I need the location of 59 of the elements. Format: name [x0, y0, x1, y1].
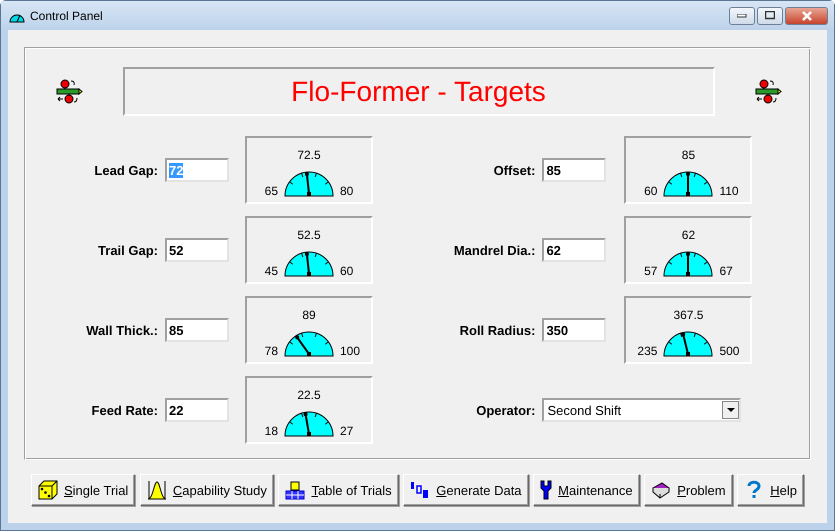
gauge-max-value: 100 [339, 344, 362, 358]
parameter-label: Offset: [492, 162, 536, 178]
gauge-mid-value: 89 [301, 308, 317, 322]
gauge-min-value: 18 [264, 424, 279, 438]
doe-icon [410, 480, 430, 500]
parameter-label: Wall Thick.: [85, 322, 158, 338]
maximize-icon [765, 11, 775, 20]
roller-icon [55, 78, 83, 106]
bell-curve-icon [146, 480, 167, 500]
gauge-max-value: 60 [339, 264, 354, 278]
parameter-label: Feed Rate: [90, 402, 158, 418]
gauge-mid-value: 367.5 [672, 308, 704, 322]
toolbar-button[interactable]: Maintenance [533, 474, 640, 506]
wrench-icon [540, 480, 552, 500]
gauge-min-value: 60 [643, 184, 658, 198]
gauge-mid-value: 85 [680, 148, 696, 162]
dice-icon [38, 480, 58, 500]
input-field[interactable]: 85 [165, 318, 229, 342]
parameter-label: Trail Gap: [97, 242, 158, 258]
toolbar-button[interactable]: Problem [644, 474, 733, 506]
gauge-mid-value: 72.5 [296, 148, 322, 162]
book-icon [651, 480, 672, 500]
toolbar-button[interactable]: Single Trial [31, 474, 136, 506]
operator-label: Operator: [475, 402, 536, 418]
window-title: Control Panel [30, 8, 104, 22]
toolbar-button[interactable]: Table of Trials [278, 474, 399, 506]
maximize-button[interactable] [757, 6, 783, 24]
gauge-min-value: 45 [264, 264, 279, 278]
input-field[interactable]: 52 [165, 238, 229, 262]
close-button[interactable] [785, 6, 828, 24]
gauge-min-value: 65 [264, 184, 279, 198]
parameter-label: Mandrel Dia.: [452, 242, 536, 258]
gauge-max-value: 110 [718, 184, 740, 198]
roller-icon [754, 78, 782, 106]
gauge-min-value: 78 [264, 344, 279, 358]
gauge-min-value: 235 [636, 344, 658, 358]
input-field[interactable]: 350 [542, 318, 606, 342]
gauge-mid-value: 62 [680, 228, 696, 242]
header-title: Flo-Former - Targets [291, 76, 546, 108]
gauge-max-value: 67 [718, 264, 734, 278]
gauge-max-value: 500 [718, 344, 740, 358]
input-field[interactable]: 85 [542, 158, 606, 182]
gauge-max-value: 27 [339, 424, 354, 438]
parameter-label: Roll Radius: [458, 322, 536, 338]
table-icon [285, 480, 306, 500]
gauge-mid-value: 22.5 [296, 388, 322, 402]
input-field[interactable]: 62 [542, 238, 606, 262]
gauge-mid-value: 52.5 [296, 228, 322, 242]
operator-dropdown[interactable]: Second Shift [542, 398, 742, 422]
close-icon [802, 10, 812, 20]
gauge-min-value: 57 [643, 264, 658, 278]
input-field[interactable]: 22 [165, 398, 229, 422]
toolbar-button[interactable]: Generate Data [403, 474, 529, 506]
minimize-button[interactable] [729, 6, 755, 24]
toolbar-button[interactable]: Capability Study [140, 474, 274, 506]
minimize-icon [737, 14, 747, 18]
toolbar-button[interactable]: Help [737, 474, 804, 506]
parameter-label: Lead Gap: [93, 162, 158, 178]
gauge-max-value: 80 [339, 184, 354, 198]
